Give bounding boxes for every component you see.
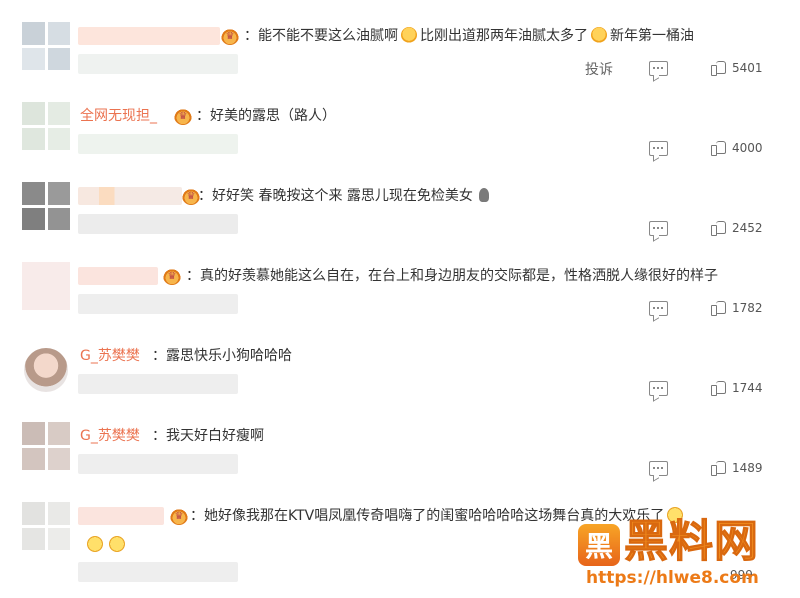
thumbs-up-icon (711, 60, 726, 76)
watermark-logo-icon: 黑 (578, 524, 620, 566)
comment-text: ：好美的露思（路人） (196, 108, 336, 124)
comment-item: ♛ ：能不能不要这么油腻啊 比刚出道那两年油腻太多了 新年第一桶油 投诉 5401 (0, 22, 800, 102)
reply-icon[interactable] (649, 61, 668, 76)
comment-item: ♛ ：好好笑 春晚按这个来 露思儿现在免检美女 2452 (0, 182, 800, 262)
like-count: 5401 (732, 60, 763, 75)
vip-crown-icon: ♛ (221, 27, 239, 45)
thumbs-up-icon (711, 380, 726, 396)
laughing-emoji-icon (87, 536, 103, 552)
comment-item: G_苏樊樊 ：露思快乐小狗哈哈哈 1744 (0, 342, 800, 422)
comment-text: ：我天好白好瘦啊 (152, 428, 264, 444)
thumbs-up-icon (711, 220, 726, 236)
reply-icon[interactable] (649, 461, 668, 476)
username-blurred[interactable] (78, 267, 158, 285)
vip-crown-icon: ♛ (170, 507, 188, 525)
lightbulb-emoji-icon (478, 188, 489, 202)
comment-text: ：真的好羡慕她能这么自在，在台上和身边朋友的交际都是，性格洒脱人缘很好的样子 (186, 268, 718, 284)
like-count: 4000 (732, 140, 763, 155)
timestamp-blurred (78, 374, 238, 394)
timestamp-blurred (78, 214, 238, 234)
timestamp-blurred (78, 562, 238, 582)
reply-icon[interactable] (649, 221, 668, 236)
timestamp-blurred (78, 294, 238, 314)
like-count: 2452 (732, 220, 763, 235)
thumbs-up-icon (711, 300, 726, 316)
username-blurred[interactable] (78, 27, 220, 45)
avatar[interactable] (22, 262, 70, 310)
reply-icon[interactable] (649, 141, 668, 156)
like-count: 1744 (732, 380, 763, 395)
reply-icon[interactable] (649, 301, 668, 316)
username-link[interactable]: 全网无现担_ (80, 106, 157, 126)
like-button[interactable]: 1489 (711, 460, 763, 476)
comment-item: G_苏樊樊 ：我天好白好瘦啊 1489 (0, 422, 800, 502)
site-watermark: 黑 黑料网 https://hlwe8.com (574, 508, 794, 596)
like-button[interactable]: 2452 (711, 220, 763, 236)
laughing-emoji-icon (109, 536, 125, 552)
like-count: 1782 (732, 300, 763, 315)
face-emoji-icon (591, 27, 607, 43)
timestamp-blurred (78, 134, 238, 154)
avatar[interactable] (22, 182, 70, 230)
emoji-row (84, 534, 128, 553)
like-button[interactable]: 5401 (711, 60, 763, 76)
comment-text: ：露思快乐小狗哈哈哈 (152, 348, 292, 364)
comment-item: 全网无现担_ ♛ ：好美的露思（路人） 4000 (0, 102, 800, 182)
watermark-title: 黑料网 (624, 516, 759, 568)
timestamp-blurred (78, 54, 238, 74)
comment-item: ♛ ：真的好羡慕她能这么自在，在台上和身边朋友的交际都是，性格洒脱人缘很好的样子… (0, 262, 800, 342)
username-blurred[interactable] (78, 507, 164, 525)
vip-crown-icon: ♛ (174, 107, 192, 125)
username-link[interactable]: G_苏樊樊 (80, 426, 140, 446)
vip-crown-icon: ♛ (163, 267, 181, 285)
avatar[interactable] (22, 102, 70, 150)
like-button[interactable]: 4000 (711, 140, 763, 156)
like-button[interactable]: 1744 (711, 380, 763, 396)
thumbs-up-icon (711, 140, 726, 156)
username-blurred[interactable] (78, 187, 182, 205)
timestamp-blurred (78, 454, 238, 474)
avatar[interactable] (22, 22, 70, 70)
watermark-url: https://hlwe8.com (586, 568, 759, 588)
username-link[interactable]: G_苏樊樊 (80, 346, 140, 366)
reply-icon[interactable] (649, 381, 668, 396)
avatar[interactable] (24, 348, 68, 392)
comment-text: ：好好笑 春晚按这个来 露思儿现在免检美女 (198, 186, 489, 206)
thumbs-up-icon (711, 460, 726, 476)
like-count: 1489 (732, 460, 763, 475)
avatar[interactable] (22, 422, 70, 470)
report-link[interactable]: 投诉 (585, 59, 613, 79)
like-button[interactable]: 1782 (711, 300, 763, 316)
comment-text: ：能不能不要这么油腻啊 比刚出道那两年油腻太多了 新年第一桶油 (244, 27, 694, 44)
avatar[interactable] (22, 502, 70, 550)
face-emoji-icon (401, 27, 417, 43)
